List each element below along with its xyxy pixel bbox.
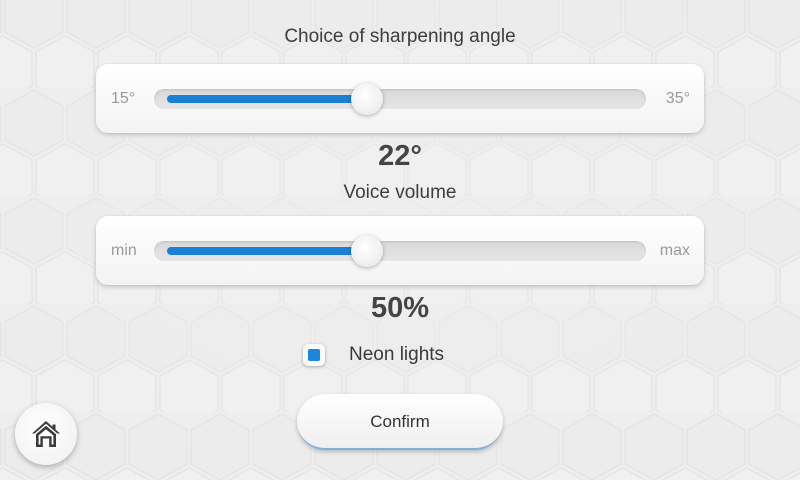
checkbox-checked-mark bbox=[308, 349, 320, 361]
voice-volume-slider-thumb[interactable] bbox=[351, 235, 384, 267]
sharpening-angle-slider-thumb[interactable] bbox=[351, 83, 384, 115]
home-button[interactable] bbox=[15, 403, 77, 465]
voice-volume-slider-track[interactable] bbox=[154, 235, 646, 267]
sharpening-angle-slider-track[interactable] bbox=[154, 83, 646, 115]
voice-volume-value: 50% bbox=[370, 292, 430, 324]
voice-volume-title: Voice volume bbox=[343, 182, 457, 203]
confirm-button[interactable]: Confirm bbox=[297, 394, 503, 450]
voice-volume-slider-fill bbox=[167, 247, 368, 255]
voice-min-label: min bbox=[111, 242, 137, 259]
voice-max-label: max bbox=[659, 242, 690, 259]
sharpening-angle-slider-card: 15° 35° bbox=[96, 64, 704, 133]
neon-lights-checkbox[interactable] bbox=[303, 344, 325, 366]
sharpening-angle-title: Choice of sharpening angle bbox=[284, 26, 516, 47]
sharpening-max-label: 35° bbox=[665, 90, 690, 107]
sharpening-angle-value: 22° bbox=[378, 140, 422, 172]
sharpening-angle-slider-fill bbox=[167, 95, 368, 103]
neon-lights-option[interactable]: Neon lights bbox=[303, 341, 444, 369]
home-icon bbox=[32, 421, 60, 447]
sharpening-min-label: 15° bbox=[111, 90, 136, 107]
voice-volume-slider-card: min max bbox=[96, 216, 704, 285]
neon-lights-label: Neon lights bbox=[349, 344, 445, 365]
